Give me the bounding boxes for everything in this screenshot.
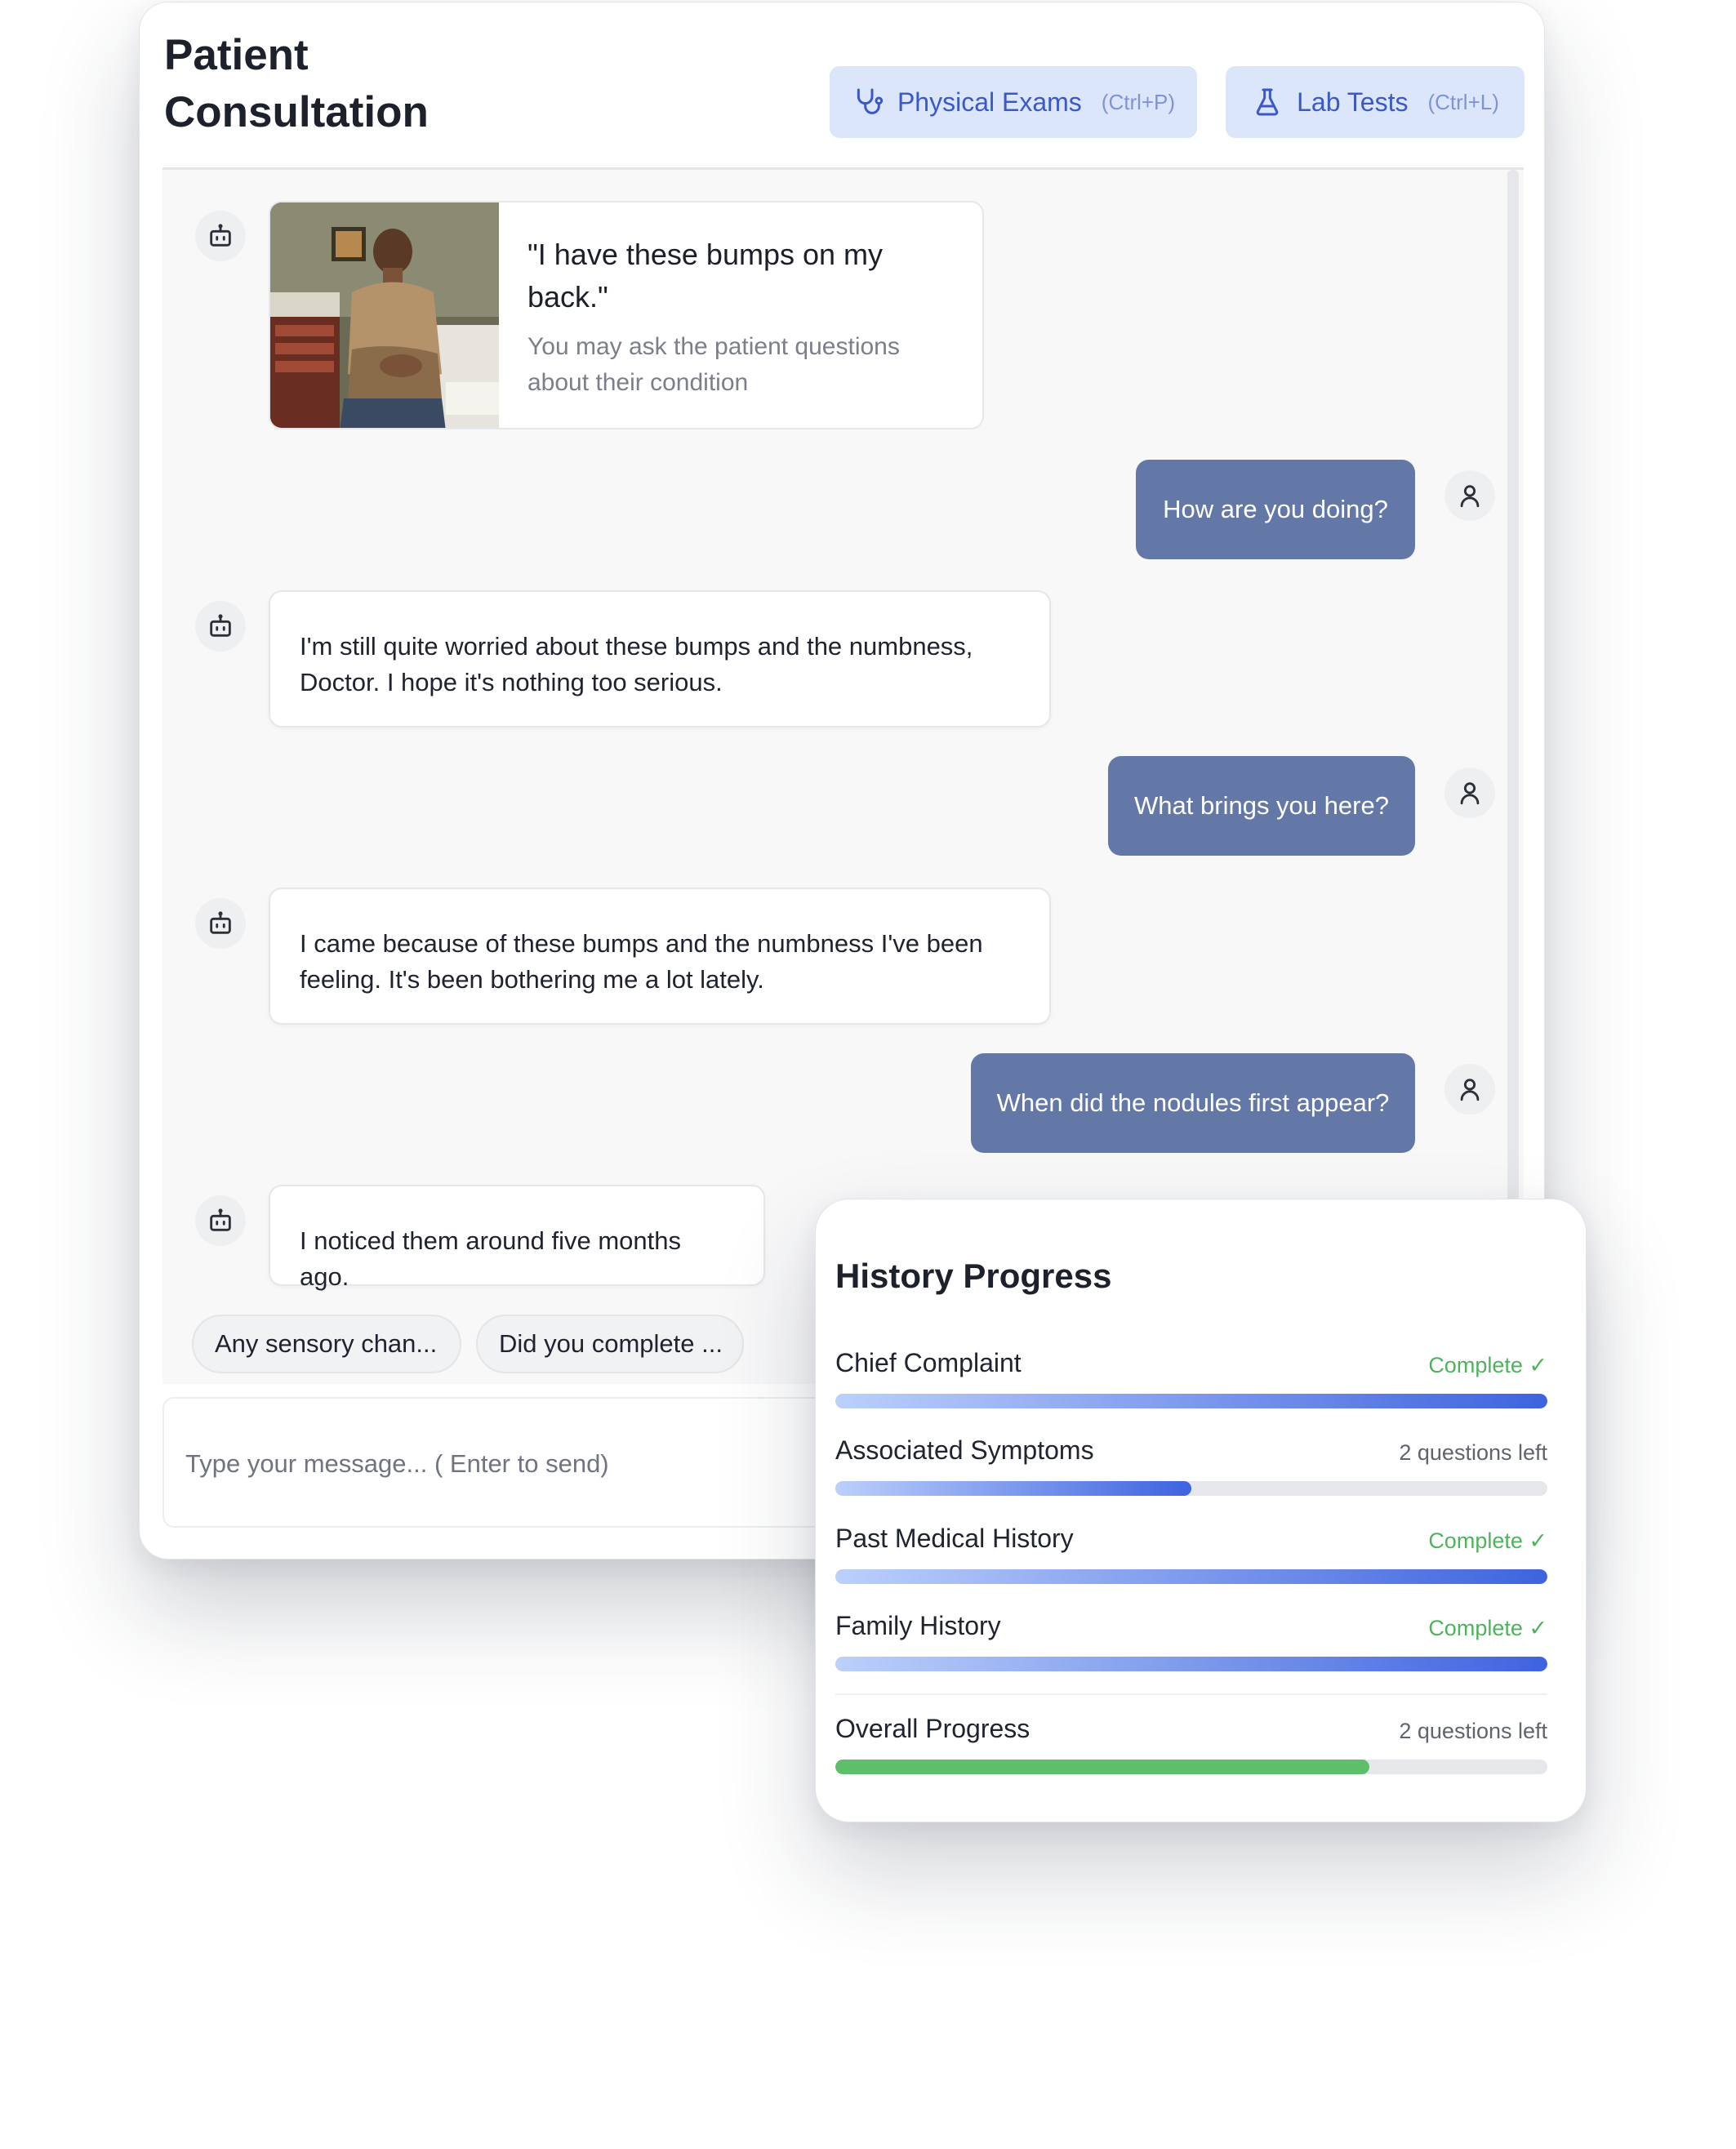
robot-icon bbox=[210, 224, 231, 247]
progress-label: Chief Complaint bbox=[835, 1348, 1022, 1377]
doctor-avatar bbox=[1444, 1064, 1495, 1115]
stethoscope-icon bbox=[857, 88, 884, 114]
progress-fill bbox=[835, 1657, 1547, 1671]
progress-track bbox=[835, 1569, 1547, 1584]
progress-divider bbox=[835, 1693, 1547, 1695]
user-icon bbox=[1460, 1079, 1480, 1101]
lab-tests-label: Lab Tests bbox=[1297, 87, 1409, 117]
robot-icon bbox=[210, 1208, 231, 1231]
progress-label: Family History bbox=[835, 1611, 1001, 1640]
progress-fill bbox=[835, 1481, 1191, 1496]
physical-exams-label: Physical Exams bbox=[897, 87, 1082, 117]
suggestion-chip[interactable]: Did you complete ... bbox=[476, 1315, 744, 1373]
doctor-avatar bbox=[1444, 768, 1495, 818]
progress-fill bbox=[835, 1394, 1547, 1408]
progress-title: History Progress bbox=[835, 1257, 1112, 1295]
overall-progress-fill bbox=[835, 1760, 1369, 1774]
patient-intro-card: "I have these bumps on my back." You may… bbox=[269, 201, 984, 429]
intro-hint: You may ask the patient questions about … bbox=[527, 333, 900, 396]
progress-label: Overall Progress bbox=[835, 1714, 1030, 1743]
doctor-message: When did the nodules first appear? bbox=[971, 1053, 1415, 1153]
stage: Patient Consultation Physical Exams (Ctr… bbox=[0, 0, 1736, 2149]
patient-message: I noticed them around five months ago. bbox=[269, 1185, 765, 1291]
progress-label: Associated Symptoms bbox=[835, 1435, 1094, 1465]
suggestion-chip[interactable]: Any sensory chan... bbox=[192, 1315, 461, 1373]
patient-avatar bbox=[195, 1195, 246, 1246]
progress-status: Complete ✓ bbox=[1428, 1616, 1547, 1640]
patient-message: I came because of these bumps and the nu… bbox=[269, 888, 1051, 1025]
physical-exams-button[interactable]: Physical Exams (Ctrl+P) bbox=[830, 66, 1197, 138]
message-input[interactable] bbox=[185, 1439, 839, 1488]
page-title: Patient Consultation bbox=[164, 31, 429, 136]
progress-status: 2 questions left bbox=[1399, 1440, 1547, 1465]
user-icon bbox=[1460, 782, 1480, 805]
patient-photo bbox=[270, 202, 499, 428]
patient-avatar bbox=[195, 898, 246, 949]
progress-track bbox=[835, 1657, 1547, 1671]
progress-track bbox=[835, 1760, 1547, 1774]
flask-icon bbox=[1256, 88, 1279, 116]
patient-message: I'm still quite worried about these bump… bbox=[269, 590, 1051, 727]
progress-fill bbox=[835, 1569, 1547, 1584]
robot-icon bbox=[210, 614, 231, 637]
lab-tests-shortcut: (Ctrl+L) bbox=[1427, 89, 1499, 114]
chat-scrollbar[interactable] bbox=[1507, 170, 1519, 1207]
patient-avatar bbox=[195, 211, 246, 261]
progress-label: Past Medical History bbox=[835, 1524, 1074, 1553]
intro-quote: "I have these bumps on my back." bbox=[527, 238, 884, 314]
progress-status: Complete ✓ bbox=[1428, 1353, 1547, 1377]
physical-exams-shortcut: (Ctrl+P) bbox=[1101, 89, 1176, 114]
progress-track bbox=[835, 1394, 1547, 1408]
history-progress-card: History Progress Chief Complaint Complet… bbox=[815, 1199, 1587, 1822]
robot-icon bbox=[210, 911, 231, 934]
progress-status: Complete ✓ bbox=[1428, 1528, 1547, 1553]
user-icon bbox=[1460, 485, 1480, 508]
lab-tests-button[interactable]: Lab Tests (Ctrl+L) bbox=[1226, 66, 1525, 138]
patient-avatar bbox=[195, 601, 246, 652]
doctor-message: What brings you here? bbox=[1108, 756, 1415, 856]
doctor-message: How are you doing? bbox=[1136, 460, 1415, 559]
doctor-avatar bbox=[1444, 470, 1495, 521]
progress-status: 2 questions left bbox=[1399, 1719, 1547, 1743]
progress-track bbox=[835, 1481, 1547, 1496]
